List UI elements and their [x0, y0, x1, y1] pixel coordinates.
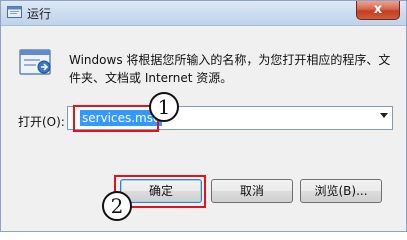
title-bar: 运行 x [1, 1, 406, 26]
window-title: 运行 [27, 7, 52, 21]
run-program-icon [19, 49, 51, 75]
cancel-button[interactable]: 取消 [211, 179, 293, 203]
chevron-down-icon[interactable] [380, 113, 388, 118]
dialog-description: Windows 将根据您所输入的名称，为您打开相应的程序、文件夹、文档或 Int… [69, 53, 391, 85]
input-highlight-box [73, 105, 159, 132]
close-icon: x [373, 2, 383, 17]
run-app-icon [7, 6, 22, 18]
browse-button[interactable]: 浏览(B)... [300, 179, 382, 203]
step-2-badge: 2 [102, 191, 132, 221]
open-label: 打开(O): [18, 115, 65, 129]
close-button[interactable]: x [356, 1, 400, 20]
step-1-badge: 1 [149, 92, 179, 122]
run-dialog: 运行 x Windows 将根据您所输入的名称，为您打开相应的程序、文件夹、文档… [0, 0, 407, 232]
